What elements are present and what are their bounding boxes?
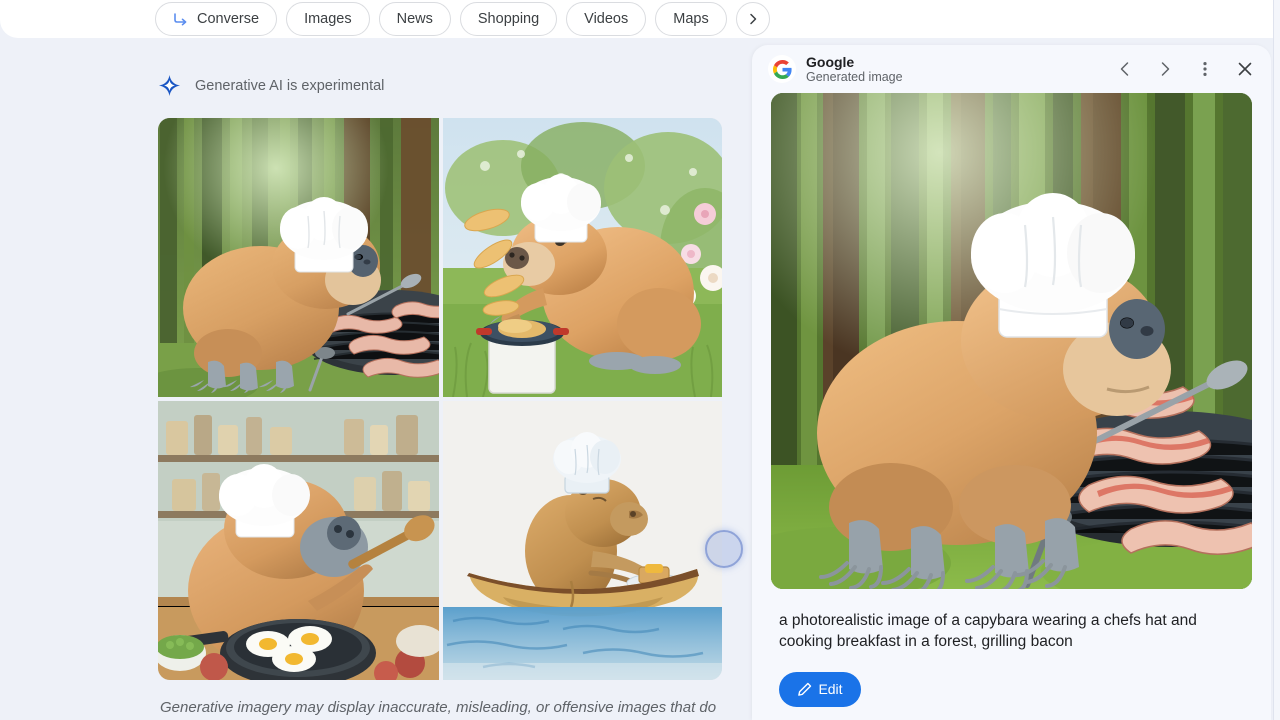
page-scrollbar[interactable] — [1273, 0, 1280, 720]
thumbnail-3-image — [158, 401, 439, 680]
preview-image[interactable] — [771, 93, 1252, 589]
thumbnail-2[interactable] — [443, 118, 722, 397]
generative-imagery-disclaimer: Generative imagery may display inaccurat… — [160, 699, 717, 716]
image-results-column: Generative AI is experimental Generative… — [0, 38, 755, 720]
chevron-left-icon — [1120, 62, 1129, 76]
filter-pill-label: Videos — [584, 11, 629, 27]
filter-pill-news[interactable]: News — [378, 2, 451, 36]
next-image-button[interactable] — [1153, 57, 1177, 81]
google-g-icon — [768, 55, 796, 83]
preview-panel-header: Google Generated image — [752, 45, 1271, 93]
pencil-icon — [798, 682, 812, 696]
preview-source-info: Google Generated image — [806, 54, 903, 84]
thumbnail-1[interactable] — [158, 118, 439, 397]
search-filter-bar: Converse Images News Shopping Videos Map… — [0, 0, 1280, 38]
chevron-right-icon — [749, 13, 756, 25]
preview-image-graphic — [771, 93, 1252, 589]
filter-pill-maps[interactable]: Maps — [655, 2, 727, 36]
filter-pill-more-button[interactable] — [735, 2, 770, 36]
generative-ai-notice-label: Generative AI is experimental — [195, 77, 385, 94]
filter-pill-label: News — [396, 11, 433, 27]
preview-source-subtitle: Generated image — [806, 69, 903, 84]
filter-pill-label: Images — [304, 11, 352, 27]
arrow-turn-down-right-icon — [174, 13, 187, 26]
more-options-button[interactable] — [1193, 57, 1217, 81]
filter-pill-videos[interactable]: Videos — [566, 2, 647, 36]
filter-pill-label: Shopping — [477, 11, 540, 27]
filter-pill-images[interactable]: Images — [286, 2, 370, 36]
cursor-indicator — [705, 530, 743, 568]
thumbnail-2-image — [443, 118, 722, 397]
close-panel-button[interactable] — [1233, 57, 1257, 81]
filter-pill-label: Maps — [673, 11, 709, 27]
thumbnail-3[interactable] — [158, 401, 439, 680]
thumbnail-1-image — [158, 118, 439, 397]
thumbnail-4-image — [443, 401, 722, 680]
image-preview-panel: Google Generated image a photorealistic … — [752, 45, 1271, 720]
edit-button-label: Edit — [818, 681, 843, 698]
filter-pill-shopping[interactable]: Shopping — [459, 2, 558, 36]
preview-source-title: Google — [806, 53, 855, 70]
image-prompt-text: a photorealistic image of a capybara wea… — [779, 612, 1197, 651]
more-vertical-icon — [1203, 62, 1207, 76]
thumbnail-4[interactable] — [443, 401, 722, 680]
previous-image-button[interactable] — [1113, 57, 1137, 81]
generative-ai-notice: Generative AI is experimental — [158, 74, 755, 97]
chevron-right-icon — [1161, 62, 1170, 76]
edit-prompt-button[interactable]: Edit — [779, 671, 861, 707]
filter-pill-label: Converse — [197, 11, 260, 27]
filter-pill-converse[interactable]: Converse — [155, 2, 278, 36]
sparkle-icon — [158, 74, 181, 97]
preview-header-actions — [1113, 57, 1257, 81]
close-icon — [1238, 62, 1252, 76]
image-results-grid — [158, 118, 722, 680]
